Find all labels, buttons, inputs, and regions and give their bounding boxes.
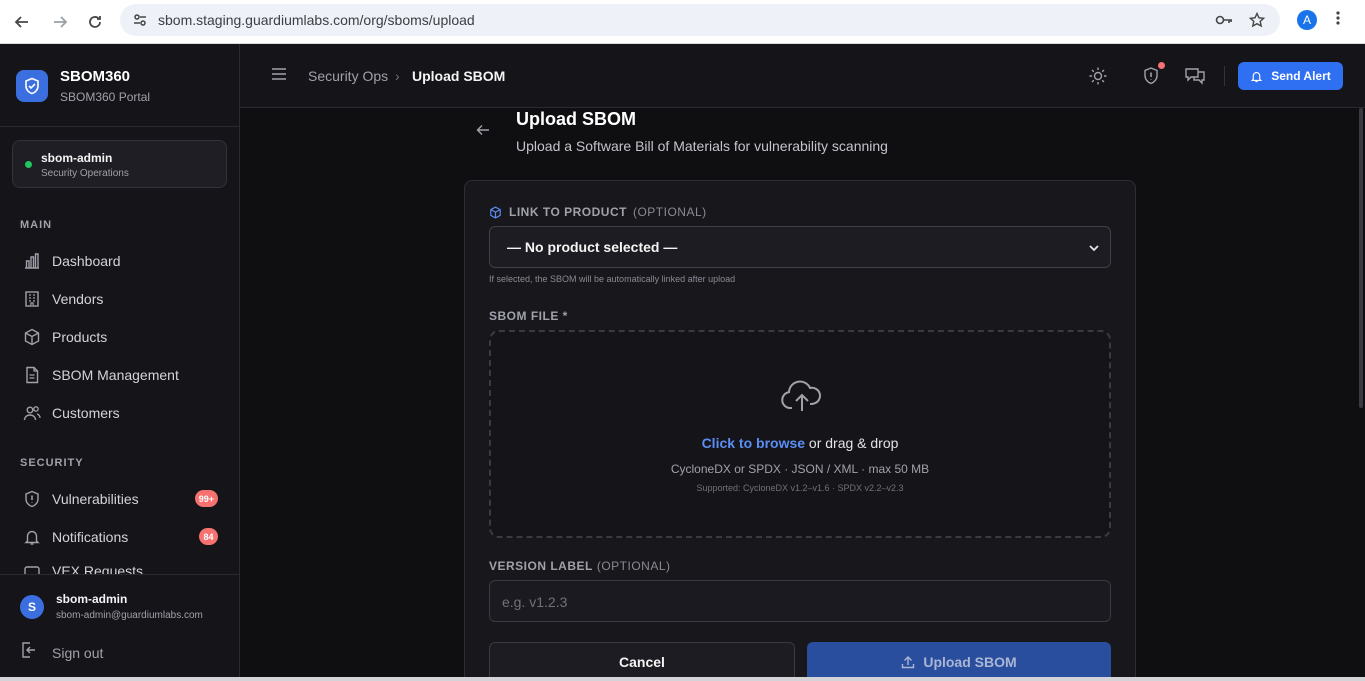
vulnerabilities-count-badge: 99+	[194, 490, 218, 507]
dropzone-instruction: Click to browse or drag & drop	[491, 435, 1109, 451]
password-key-icon[interactable]	[1215, 12, 1233, 33]
alert-indicator-dot	[1158, 62, 1165, 69]
box-icon	[22, 327, 42, 347]
forward-arrow-icon[interactable]	[46, 8, 74, 36]
product-hint: If selected, the SBOM will be automatica…	[489, 274, 736, 284]
section-label-security: SECURITY	[20, 457, 84, 469]
drag-drop-text: or drag & drop	[805, 435, 899, 451]
user-name: sbom-admin	[56, 592, 128, 606]
product-select-value: — No product selected —	[507, 239, 678, 255]
reload-icon[interactable]	[81, 8, 109, 36]
menu-icon[interactable]	[270, 66, 288, 87]
sign-out-button[interactable]: Sign out	[20, 641, 103, 664]
org-role: Security Operations	[41, 168, 129, 179]
user-email: sbom-admin@guardiumlabs.com	[56, 610, 203, 621]
sidebar-item-label: VEX Requests	[52, 563, 144, 574]
address-bar[interactable]: sbom.staging.guardiumlabs.com/org/sboms/…	[120, 4, 1280, 36]
sidebar-item-label: SBOM Management	[52, 367, 179, 383]
shield-alert-icon	[22, 489, 42, 509]
breadcrumb-security-ops[interactable]: Security Ops	[308, 68, 388, 84]
org-name: sbom-admin	[41, 151, 113, 165]
sidebar-item-vex-requests[interactable]: VEX Requests	[12, 558, 228, 574]
file-icon	[22, 365, 42, 385]
sidebar: SBOM360 SBOM360 Portal sbom-admin Securi…	[0, 44, 240, 681]
chat-icon[interactable]	[1184, 66, 1206, 91]
online-status-dot	[25, 161, 32, 168]
sidebar-item-customers[interactable]: Customers	[12, 396, 228, 430]
product-label-text: LINK TO PRODUCT	[509, 205, 627, 219]
sidebar-divider	[0, 126, 239, 127]
page-subtitle: Upload a Software Bill of Materials for …	[516, 138, 888, 154]
brand-name: SBOM360	[60, 68, 131, 85]
send-alert-button[interactable]: Send Alert	[1238, 62, 1343, 90]
sidebar-item-label: Products	[52, 329, 108, 345]
sidebar-item-dashboard[interactable]: Dashboard	[12, 244, 228, 278]
send-alert-label: Send Alert	[1271, 69, 1331, 83]
sun-icon[interactable]	[1088, 66, 1108, 91]
product-field-label: LINK TO PRODUCT (OPTIONAL)	[489, 205, 707, 219]
version-label-text: VERSION LABEL	[489, 559, 593, 573]
back-arrow-icon[interactable]	[8, 8, 36, 36]
notifications-count-badge: 84	[199, 528, 218, 545]
browse-link[interactable]: Click to browse	[702, 435, 805, 451]
sidebar-item-notifications[interactable]: Notifications 84	[12, 520, 228, 554]
sidebar-item-label: Vendors	[52, 291, 104, 307]
building-icon	[22, 289, 42, 309]
upload-button-label: Upload SBOM	[923, 654, 1017, 670]
bell-icon	[1250, 71, 1263, 82]
profile-avatar[interactable]: A	[1297, 10, 1317, 30]
sidebar-item-sbom-management[interactable]: SBOM Management	[12, 358, 228, 392]
back-arrow-icon[interactable]	[475, 122, 491, 143]
brand[interactable]: SBOM360 SBOM360 Portal	[16, 68, 150, 104]
file-dropzone[interactable]: Click to browse or drag & drop CycloneDX…	[489, 330, 1111, 538]
sign-out-icon	[20, 641, 38, 664]
breadcrumb-separator: ›	[395, 68, 400, 84]
version-placeholder: e.g. v1.2.3	[502, 594, 568, 610]
shield-check-icon	[16, 70, 48, 102]
dropzone-formats: CycloneDX or SPDX · JSON / XML · max 50 …	[670, 462, 930, 476]
org-switcher[interactable]: sbom-admin Security Operations	[12, 140, 227, 188]
optional-tag: (OPTIONAL)	[596, 559, 671, 573]
sidebar-item-vendors[interactable]: Vendors	[12, 282, 228, 316]
optional-tag: (OPTIONAL)	[632, 205, 707, 219]
breadcrumb-current: Upload SBOM	[412, 68, 506, 84]
window-bottom-edge	[0, 677, 1365, 681]
bookmark-star-icon[interactable]	[1248, 11, 1266, 33]
sidebar-item-label: Notifications	[52, 529, 129, 545]
sidebar-item-products[interactable]: Products	[12, 320, 228, 354]
sidebar-item-label: Vulnerabilities	[52, 491, 139, 507]
user-panel: S sbom-admin sbom-admin@guardiumlabs.com…	[0, 574, 239, 681]
brand-subtitle: SBOM360 Portal	[60, 90, 151, 104]
header-divider	[1224, 66, 1225, 86]
cloud-upload-icon	[780, 378, 824, 419]
message-icon	[22, 563, 42, 574]
users-icon	[22, 403, 42, 423]
version-field-label: VERSION LABEL (OPTIONAL)	[489, 559, 671, 573]
box-icon	[490, 205, 501, 219]
sbom-file-label: SBOM FILE *	[489, 309, 568, 323]
bar-chart-icon	[22, 251, 42, 271]
bell-icon	[22, 527, 42, 547]
version-input[interactable]: e.g. v1.2.3	[489, 580, 1111, 622]
dropzone-supported: Supported: CycloneDX v1.2–v1.6 · SPDX v2…	[696, 483, 904, 493]
upload-sbom-button[interactable]: Upload SBOM	[807, 642, 1111, 681]
cancel-button[interactable]: Cancel	[489, 642, 795, 681]
browser-toolbar: sbom.staging.guardiumlabs.com/org/sboms/…	[0, 0, 1365, 44]
product-select[interactable]: — No product selected —	[489, 226, 1111, 268]
user-avatar[interactable]: S	[20, 595, 44, 619]
top-header: Security Ops › Upload SBOM Send Alert	[240, 44, 1365, 108]
url-text: sbom.staging.guardiumlabs.com/org/sboms/…	[158, 12, 475, 28]
sidebar-item-vulnerabilities[interactable]: Vulnerabilities 99+	[12, 482, 228, 516]
site-settings-icon[interactable]	[132, 12, 148, 33]
shield-alert-icon[interactable]	[1141, 66, 1161, 91]
upload-icon	[902, 656, 915, 669]
sidebar-item-label: Dashboard	[52, 253, 121, 269]
browser-menu-icon[interactable]	[1336, 10, 1340, 31]
chevron-down-icon	[1088, 241, 1100, 259]
sign-out-label: Sign out	[52, 644, 104, 661]
page-title: Upload SBOM	[516, 109, 636, 129]
scrollbar-thumb[interactable]	[1359, 108, 1363, 408]
section-label-main: MAIN	[20, 219, 53, 231]
sidebar-item-label: Customers	[52, 405, 120, 421]
